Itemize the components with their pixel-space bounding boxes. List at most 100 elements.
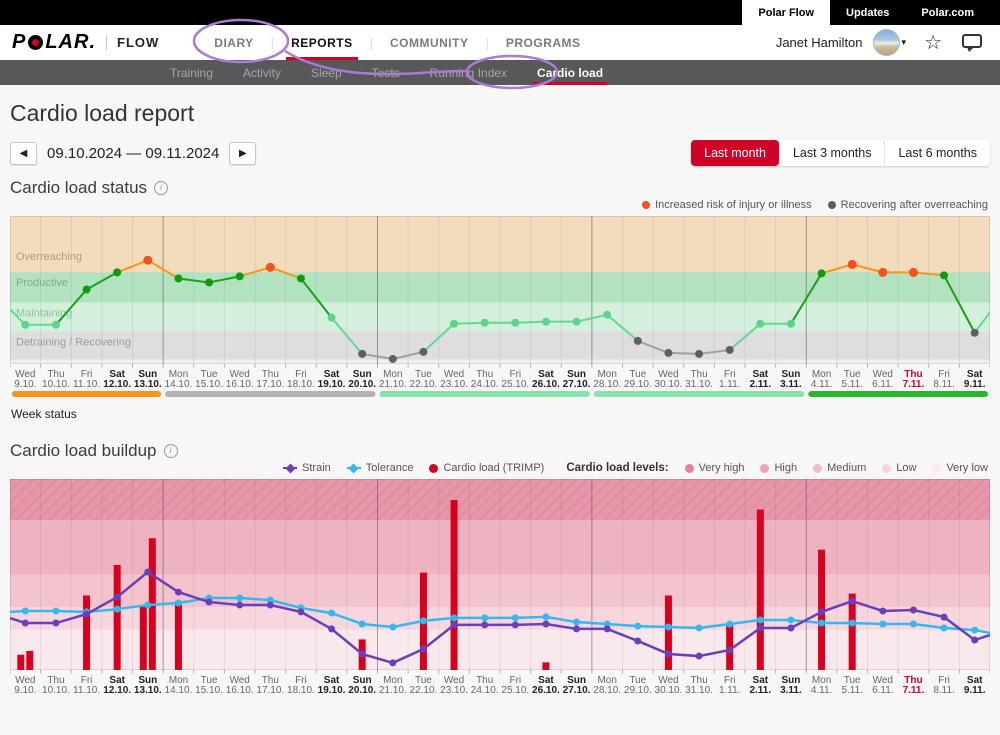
topbar-tab-updates[interactable]: Updates xyxy=(830,0,905,25)
prev-period-button[interactable]: ◀ xyxy=(10,142,37,165)
subnav-item-running-index[interactable]: Running Index xyxy=(415,60,522,85)
svg-text:5.11.: 5.11. xyxy=(841,685,863,696)
subnav-item-tests[interactable]: Tests xyxy=(357,60,415,85)
svg-text:6.11.: 6.11. xyxy=(872,685,894,696)
legend-label: Low xyxy=(896,462,916,474)
svg-text:18.10.: 18.10. xyxy=(287,685,315,696)
logo-o-icon xyxy=(28,35,43,50)
svg-text:13.10.: 13.10. xyxy=(134,685,162,696)
svg-text:13.10.: 13.10. xyxy=(134,379,162,390)
subnav-item-training[interactable]: Training xyxy=(155,60,228,85)
level-dot-icon xyxy=(760,464,769,473)
svg-text:7.11.: 7.11. xyxy=(903,379,925,390)
main-nav: PLAR. FLOW DIARY | REPORTS | COMMUNITY |… xyxy=(0,25,1000,60)
info-icon[interactable]: i xyxy=(154,181,168,195)
range-button-last-month[interactable]: Last month xyxy=(691,140,779,166)
topbar-tab-polar-com[interactable]: Polar.com xyxy=(905,0,990,25)
svg-text:28.10.: 28.10. xyxy=(593,379,621,390)
legend-item-tolerance: Tolerance xyxy=(347,462,414,474)
topbar-tab-polar-flow[interactable]: Polar Flow xyxy=(742,0,830,25)
svg-text:Maintaining: Maintaining xyxy=(16,308,72,320)
svg-text:5.11.: 5.11. xyxy=(841,379,863,390)
svg-text:29.10.: 29.10. xyxy=(624,685,652,696)
svg-text:3.11.: 3.11. xyxy=(780,379,802,390)
favorites-star-icon[interactable]: ☆ xyxy=(924,33,942,53)
status-section-title: Cardio load status i xyxy=(10,178,990,198)
svg-text:22.10.: 22.10. xyxy=(410,379,438,390)
buildup-section-title: Cardio load buildup i xyxy=(10,441,990,461)
legend-label: Medium xyxy=(827,462,866,474)
svg-text:27.10.: 27.10. xyxy=(563,685,591,696)
legend-label: Very high xyxy=(699,462,745,474)
user-menu[interactable]: ▾ xyxy=(873,29,907,56)
logo-letters-lar: LAR. xyxy=(45,31,96,54)
svg-text:31.10.: 31.10. xyxy=(685,379,713,390)
nav-item-programs[interactable]: PROGRAMS xyxy=(489,25,598,60)
svg-text:23.10.: 23.10. xyxy=(440,379,468,390)
legend-label: Recovering after overreaching xyxy=(841,199,988,211)
nav-item-diary[interactable]: DIARY xyxy=(197,25,270,60)
svg-text:19.10.: 19.10. xyxy=(318,379,346,390)
top-bar: Polar Flow Updates Polar.com xyxy=(0,0,1000,25)
level-dot-icon xyxy=(882,464,891,473)
svg-text:10.10.: 10.10. xyxy=(42,379,70,390)
content: Cardio load report ◀ 09.10.2024 — 09.11.… xyxy=(0,100,1000,701)
svg-text:Overreaching: Overreaching xyxy=(16,251,82,263)
svg-text:14.10.: 14.10. xyxy=(165,685,193,696)
next-period-button[interactable]: ▶ xyxy=(229,142,256,165)
subnav-item-sleep[interactable]: Sleep xyxy=(296,60,357,85)
svg-text:19.10.: 19.10. xyxy=(318,685,346,696)
recovering-dot-icon xyxy=(828,201,836,209)
svg-text:24.10.: 24.10. xyxy=(471,685,499,696)
legend-item-medium: Medium xyxy=(813,462,866,474)
info-icon[interactable]: i xyxy=(164,444,178,458)
range-button-last-6-months[interactable]: Last 6 months xyxy=(884,140,990,166)
feedback-chat-icon[interactable] xyxy=(962,34,982,48)
svg-text:Detraining / Recovering: Detraining / Recovering xyxy=(16,336,131,348)
svg-text:24.10.: 24.10. xyxy=(471,379,499,390)
svg-text:6.11.: 6.11. xyxy=(872,379,894,390)
svg-text:1.11.: 1.11. xyxy=(719,379,741,390)
nav-item-reports[interactable]: REPORTS xyxy=(274,25,370,60)
svg-text:2.11.: 2.11. xyxy=(749,685,771,696)
strain-marker-icon xyxy=(283,463,297,473)
legend-item: Recovering after overreaching xyxy=(828,199,988,211)
legend-label: High xyxy=(774,462,797,474)
chevron-down-icon: ▾ xyxy=(902,37,907,48)
svg-text:8.11.: 8.11. xyxy=(933,685,955,696)
svg-text:2.11.: 2.11. xyxy=(749,379,771,390)
legend-label: Cardio load (TRIMP) xyxy=(443,462,544,474)
buildup-heading-text: Cardio load buildup xyxy=(10,441,157,461)
svg-text:17.10.: 17.10. xyxy=(256,685,284,696)
svg-text:18.10.: 18.10. xyxy=(287,379,315,390)
svg-text:28.10.: 28.10. xyxy=(593,685,621,696)
svg-text:9.10.: 9.10. xyxy=(14,685,36,696)
trimp-dot-icon xyxy=(429,464,438,473)
tolerance-marker-icon xyxy=(347,463,361,473)
legend-label: Very low xyxy=(946,462,988,474)
logo-letter-p: P xyxy=(12,31,26,54)
range-button-last-3-months[interactable]: Last 3 months xyxy=(779,140,885,166)
subnav-item-activity[interactable]: Activity xyxy=(228,60,296,85)
svg-text:26.10.: 26.10. xyxy=(532,379,560,390)
svg-text:30.10.: 30.10. xyxy=(655,379,683,390)
user-name[interactable]: Janet Hamilton xyxy=(776,35,863,50)
nav-item-community[interactable]: COMMUNITY xyxy=(373,25,486,60)
svg-text:9.10.: 9.10. xyxy=(14,379,36,390)
status-heading-text: Cardio load status xyxy=(10,178,147,198)
legend-item-high: High xyxy=(760,462,797,474)
subnav-item-cardio-load[interactable]: Cardio load xyxy=(522,60,618,85)
svg-text:20.10.: 20.10. xyxy=(348,379,376,390)
svg-text:15.10.: 15.10. xyxy=(195,685,223,696)
svg-text:17.10.: 17.10. xyxy=(256,379,284,390)
date-range-label: 09.10.2024 — 09.11.2024 xyxy=(47,145,219,162)
svg-text:16.10.: 16.10. xyxy=(226,379,254,390)
buildup-legend: Strain Tolerance Cardio load (TRIMP) Car… xyxy=(12,461,988,475)
sub-nav: Training Activity Sleep Tests Running In… xyxy=(0,60,1000,85)
svg-text:16.10.: 16.10. xyxy=(226,685,254,696)
svg-text:4.11.: 4.11. xyxy=(811,685,833,696)
polar-logo[interactable]: PLAR. FLOW xyxy=(12,31,159,54)
levels-label: Cardio load levels: xyxy=(566,462,668,474)
svg-text:12.10.: 12.10. xyxy=(103,379,131,390)
legend-item-very-low: Very low xyxy=(932,462,988,474)
